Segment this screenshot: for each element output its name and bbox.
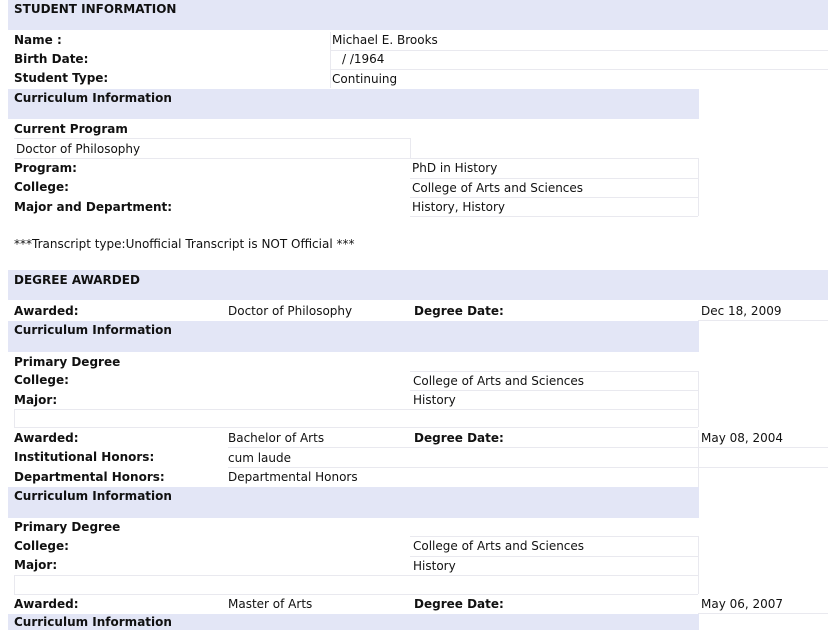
row-divider — [410, 536, 698, 537]
departmental-honors-label: Departmental Honors: — [14, 470, 165, 484]
current-program-label: Current Program — [14, 122, 128, 136]
awarded-value: Master of Arts — [228, 597, 313, 611]
awarded-label: Awarded: — [14, 597, 79, 611]
transcript-type-note: ***Transcript type:Unofficial Transcript… — [14, 237, 355, 251]
row-divider — [14, 158, 698, 159]
student-info-header: STUDENT INFORMATION — [14, 2, 177, 16]
institutional-honors-label: Institutional Honors: — [14, 450, 155, 464]
degree-date-value: May 06, 2007 — [701, 597, 784, 611]
awarded-label: Awarded: — [14, 304, 79, 318]
row-divider — [410, 216, 698, 217]
degree-awarded-header: DEGREE AWARDED — [14, 273, 140, 287]
primary-degree-label: Primary Degree — [14, 355, 121, 369]
row-divider — [14, 575, 698, 576]
curriculum-header: Curriculum Information — [14, 323, 172, 337]
college-value: College of Arts and Sciences — [413, 539, 585, 553]
college-value: College of Arts and Sciences — [413, 374, 585, 388]
college-label: College: — [14, 373, 69, 387]
degree-date-label: Degree Date: — [414, 304, 504, 318]
row-divider — [410, 556, 698, 557]
current-program-value: Doctor of Philosophy — [16, 142, 141, 156]
awarded-value: Doctor of Philosophy — [228, 304, 353, 318]
birth-date-value: / /1964 — [342, 52, 385, 66]
curriculum-header: Curriculum Information — [14, 489, 172, 503]
degree-date-label: Degree Date: — [414, 431, 504, 445]
student-type-label: Student Type: — [14, 71, 109, 85]
row-divider — [228, 467, 828, 468]
degree-date-label: Degree Date: — [414, 597, 504, 611]
row-divider — [410, 390, 698, 391]
row-divider — [698, 320, 828, 321]
institutional-honors-value: cum laude — [228, 451, 291, 465]
primary-degree-label: Primary Degree — [14, 520, 121, 534]
col-divider — [14, 409, 15, 427]
major-department-value: History, History — [412, 200, 506, 214]
degree-date-value: May 08, 2004 — [701, 431, 784, 445]
name-value: Michael E. Brooks — [332, 33, 438, 47]
student-type-value: Continuing — [332, 72, 398, 86]
major-label: Major: — [14, 393, 58, 407]
row-divider — [14, 138, 410, 139]
row-divider — [410, 197, 698, 198]
program-label: Program: — [14, 161, 77, 175]
col-divider — [14, 575, 15, 594]
program-value: PhD in History — [412, 161, 498, 175]
row-divider — [330, 69, 828, 70]
awarded-value: Bachelor of Arts — [228, 431, 325, 445]
departmental-honors-value: Departmental Honors — [228, 470, 358, 484]
awarded-label: Awarded: — [14, 431, 79, 445]
curriculum-header: Curriculum Information — [14, 91, 172, 105]
col-divider — [698, 430, 699, 487]
row-divider — [330, 50, 828, 51]
row-divider — [14, 427, 698, 428]
col-divider — [698, 158, 699, 216]
row-divider — [14, 594, 698, 595]
college-label: College: — [14, 180, 69, 194]
row-divider — [410, 371, 698, 372]
col-divider — [698, 536, 699, 594]
college-value: College of Arts and Sciences — [412, 181, 584, 195]
major-department-label: Major and Department: — [14, 200, 173, 214]
major-value: History — [413, 559, 456, 573]
curriculum-header: Curriculum Information — [14, 615, 172, 629]
birth-date-label: Birth Date: — [14, 52, 89, 66]
college-label: College: — [14, 539, 69, 553]
row-divider — [14, 409, 698, 410]
major-value: History — [413, 393, 456, 407]
degree-date-value: Dec 18, 2009 — [701, 304, 782, 318]
major-label: Major: — [14, 558, 58, 572]
name-label: Name : — [14, 33, 62, 47]
row-divider — [698, 613, 828, 614]
col-divider — [410, 138, 411, 158]
row-divider — [410, 178, 698, 179]
col-divider — [698, 371, 699, 427]
col-divider — [330, 32, 331, 88]
row-divider — [228, 447, 828, 448]
